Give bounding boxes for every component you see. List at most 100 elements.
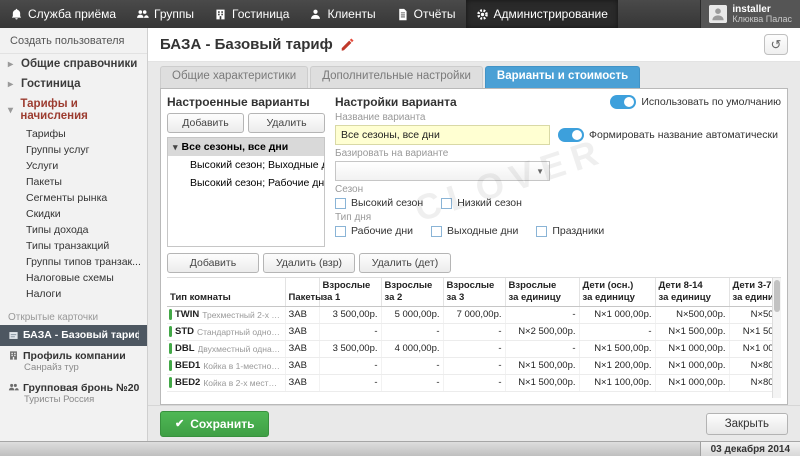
price-cell[interactable]: 7 000,00р. — [443, 306, 505, 323]
scrollbar-thumb[interactable] — [774, 280, 780, 312]
save-button[interactable]: ✔ Сохранить — [160, 411, 269, 437]
menu-reports[interactable]: Отчёты — [386, 0, 466, 28]
variant-add-button[interactable]: Добавить — [167, 113, 244, 133]
package-cell[interactable]: ЗАВ — [285, 306, 319, 323]
table-row[interactable]: DBLДвухместный одна кровать ЗАВ 3 500,00… — [167, 340, 781, 357]
price-cell[interactable]: N×1 200,00р. — [579, 357, 655, 374]
package-cell[interactable]: ЗАВ — [285, 374, 319, 391]
open-card-company-profile[interactable]: Профиль компании Санрайз тур — [0, 346, 147, 378]
price-cell[interactable]: N×1 500,00р. — [505, 374, 579, 391]
menu-groups[interactable]: Группы — [126, 0, 204, 28]
price-cell[interactable]: - — [381, 374, 443, 391]
autoname-toggle[interactable] — [558, 128, 584, 142]
table-row[interactable]: TWINТрехместный 2-х блоковый ЗАВ 3 500,0… — [167, 306, 781, 323]
sidebar-group-tariffs[interactable]: ▾ Тарифы и начисления — [0, 94, 147, 126]
sidebar-item-service-groups[interactable]: Группы услуг — [0, 142, 147, 158]
close-button[interactable]: Закрыть — [706, 413, 788, 435]
sidebar-item-transaction-type-groups[interactable]: Группы типов транзак... — [0, 254, 147, 270]
sidebar-item-tariffs[interactable]: Тарифы — [0, 126, 147, 142]
edit-pencil-icon[interactable] — [340, 38, 354, 52]
sidebar-group-hotel[interactable]: ▸ Гостиница — [0, 74, 147, 94]
tab-additional[interactable]: Дополнительные настройки — [310, 66, 483, 88]
sidebar-group-general-refs[interactable]: ▸ Общие справочники — [0, 54, 147, 74]
table-row[interactable]: BED2Койка в 2-х местном блоке ЗАВ - - - … — [167, 374, 781, 391]
package-cell[interactable]: ЗАВ — [285, 357, 319, 374]
checkbox-box[interactable] — [335, 226, 346, 237]
sidebar-item-market-segments[interactable]: Сегменты рынка — [0, 190, 147, 206]
table-row[interactable]: STDСтандартный одноместный ЗАВ - - - N×2… — [167, 323, 781, 340]
price-cell[interactable]: 5 000,00р. — [381, 306, 443, 323]
menu-reception[interactable]: Служба приёма — [0, 0, 126, 28]
price-cell[interactable]: - — [505, 306, 579, 323]
user-account-box[interactable]: installer Клюква Палас — [700, 0, 800, 28]
sidebar-item-income-types[interactable]: Типы дохода — [0, 222, 147, 238]
variant-delete-button[interactable]: Удалить — [248, 113, 325, 133]
variant-name-input[interactable] — [335, 125, 550, 145]
sidebar-item-tax-schemes[interactable]: Налоговые схемы — [0, 270, 147, 286]
sidebar-create-user[interactable]: Создать пользователя — [0, 28, 147, 54]
tab-variants-cost[interactable]: Варианты и стоимость — [485, 66, 640, 88]
tree-node-child[interactable]: Высокий сезон; Выходные дни — [168, 156, 324, 174]
price-cell[interactable]: N×1 000,00р. — [579, 306, 655, 323]
tree-expander-icon[interactable]: ▾ — [173, 142, 178, 153]
price-cell[interactable]: N×1 100,00р. — [579, 374, 655, 391]
menu-hotel[interactable]: Гостиница — [204, 0, 299, 28]
checkbox-high-season[interactable]: Высокий сезон — [335, 197, 423, 209]
price-cell[interactable]: N×1 000,00р. — [655, 340, 729, 357]
price-cell[interactable]: - — [319, 374, 381, 391]
price-delete-child-button[interactable]: Удалить (дет) — [359, 253, 451, 273]
price-cell[interactable]: - — [381, 357, 443, 374]
sidebar-item-packages[interactable]: Пакеты — [0, 174, 147, 190]
open-card-group-booking[interactable]: Групповая бронь №20... Туристы Россия — [0, 378, 147, 410]
checkbox-holidays[interactable]: Праздники — [536, 225, 604, 237]
default-toggle[interactable] — [610, 95, 636, 109]
sidebar-item-taxes[interactable]: Налоги — [0, 286, 147, 302]
checkbox-box[interactable] — [335, 198, 346, 209]
vertical-scrollbar[interactable] — [772, 278, 781, 398]
price-cell[interactable]: - — [579, 323, 655, 340]
open-card-base-tariff[interactable]: БАЗА - Базовый тариф — [0, 325, 147, 346]
checkbox-low-season[interactable]: Низкий сезон — [441, 197, 522, 209]
package-cell[interactable]: ЗАВ — [285, 323, 319, 340]
price-cell[interactable]: - — [443, 374, 505, 391]
menu-clients[interactable]: Клиенты — [299, 0, 385, 28]
sidebar-item-transaction-types[interactable]: Типы транзакций — [0, 238, 147, 254]
open-card-subtitle: Санрайз тур — [8, 362, 139, 373]
price-cell[interactable]: - — [443, 357, 505, 374]
price-cell[interactable]: - — [319, 357, 381, 374]
sidebar-item-services[interactable]: Услуги — [0, 158, 147, 174]
tab-general[interactable]: Общие характеристики — [160, 66, 308, 88]
price-add-button[interactable]: Добавить — [167, 253, 259, 273]
price-delete-adult-button[interactable]: Удалить (взр) — [263, 253, 355, 273]
price-cell[interactable]: N×500,00р. — [655, 306, 729, 323]
price-cell[interactable]: - — [319, 323, 381, 340]
price-cell[interactable]: 3 500,00р. — [319, 306, 381, 323]
checkbox-workdays[interactable]: Рабочие дни — [335, 225, 413, 237]
checkbox-box[interactable] — [431, 226, 442, 237]
price-cell[interactable]: N×1 000,00р. — [655, 374, 729, 391]
price-cell[interactable]: N×1 500,00р. — [655, 323, 729, 340]
history-button[interactable]: ↺ — [764, 34, 788, 55]
price-cell[interactable]: - — [443, 340, 505, 357]
price-cell[interactable]: N×1 500,00р. — [579, 340, 655, 357]
price-cell[interactable]: 4 000,00р. — [381, 340, 443, 357]
price-cell[interactable]: N×1 000,00р. — [655, 357, 729, 374]
menu-administration[interactable]: Администрирование — [466, 0, 618, 28]
package-cell[interactable]: ЗАВ — [285, 340, 319, 357]
app-window: Служба приёма Группы Гостиница Клиенты О… — [0, 0, 800, 456]
tree-node-root[interactable]: ▾ Все сезоны, все дни — [168, 138, 324, 156]
checkbox-weekends[interactable]: Выходные дни — [431, 225, 518, 237]
checkbox-box[interactable] — [441, 198, 452, 209]
price-cell[interactable]: 3 500,00р. — [319, 340, 381, 357]
table-row[interactable]: BED1Койка в 1-местном блоке ЗАВ - - - N×… — [167, 357, 781, 374]
checkbox-box[interactable] — [536, 226, 547, 237]
price-cell[interactable]: - — [505, 340, 579, 357]
price-cell[interactable]: N×2 500,00р. — [505, 323, 579, 340]
tree-node-child[interactable]: Высокий сезон; Рабочие дни — [168, 174, 324, 192]
price-cell[interactable]: - — [443, 323, 505, 340]
price-cell[interactable]: N×1 500,00р. — [505, 357, 579, 374]
base-variant-select[interactable]: ▼ — [335, 161, 550, 181]
bell-icon — [10, 8, 23, 21]
price-cell[interactable]: - — [381, 323, 443, 340]
sidebar-item-discounts[interactable]: Скидки — [0, 206, 147, 222]
